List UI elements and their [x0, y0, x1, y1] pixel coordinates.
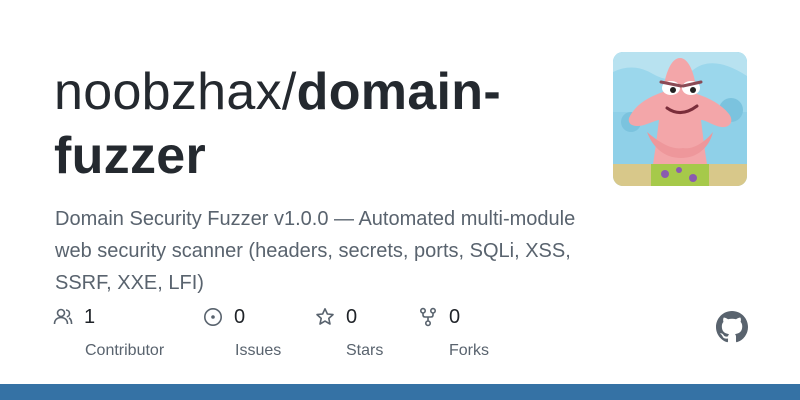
repo-title[interactable]: noobzhax/domain-fuzzer [54, 60, 594, 188]
contributors-label: Contributor [85, 342, 165, 359]
people-icon [52, 306, 74, 328]
repo-social-card: noobzhax/domain-fuzzer Domain Security F… [0, 0, 800, 400]
repo-description: Domain Security Fuzzer v1.0.0 — Automate… [55, 208, 576, 294]
stat-contributors[interactable]: 1 Contributor [52, 304, 164, 359]
stat-issues[interactable]: 0 Issues [202, 304, 281, 359]
star-icon [314, 306, 336, 328]
language-color-bar [0, 384, 800, 400]
issues-count: 0 [234, 305, 246, 328]
issues-label: Issues [235, 342, 282, 359]
github-icon[interactable] [716, 311, 748, 343]
issue-icon [202, 306, 224, 328]
stat-stars[interactable]: 0 Stars [314, 304, 383, 359]
contributors-count: 1 [84, 305, 96, 328]
stars-label: Stars [346, 342, 384, 359]
stat-forks[interactable]: 0 Forks [417, 304, 489, 359]
forks-count: 0 [449, 305, 461, 328]
repo-owner: noobzhax/ [54, 63, 297, 121]
repo-stats: 1 Contributor 0 Issues 0 Stars 0 Forks [52, 304, 532, 359]
fork-icon [417, 306, 439, 328]
starfish-avatar-image [613, 52, 747, 186]
owner-avatar[interactable] [613, 52, 747, 186]
forks-label: Forks [449, 342, 489, 359]
stars-count: 0 [346, 305, 358, 328]
